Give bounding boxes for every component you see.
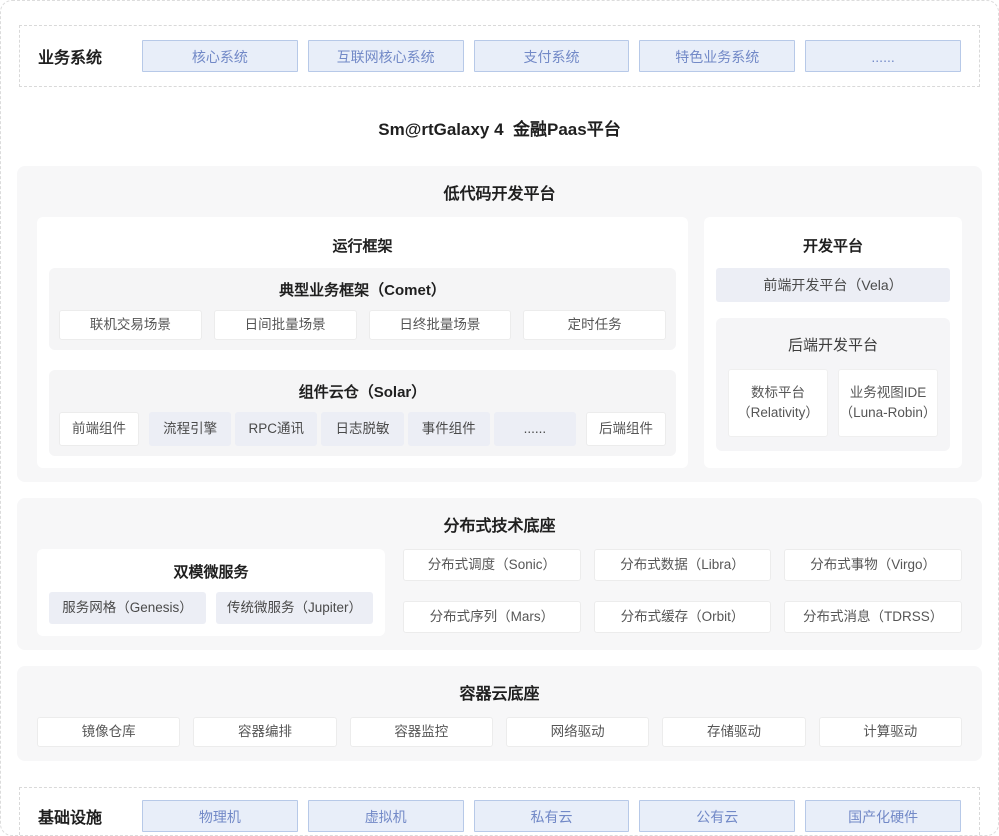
distributed-data-libra[interactable]: 分布式数据（Libra）: [594, 549, 772, 581]
container-base-title: 容器云底座: [37, 680, 962, 704]
distributed-base-title: 分布式技术底座: [37, 512, 962, 536]
business-system-payment[interactable]: 支付系统: [474, 40, 630, 72]
comet-title: 典型业务框架（Comet）: [59, 279, 666, 300]
solar-rpc[interactable]: RPC通讯: [235, 412, 317, 446]
comet-buttons: 联机交易场景 日间批量场景 日终批量场景 定时任务: [59, 310, 666, 340]
distributed-base-section: 分布式技术底座 双模微服务 服务网格（Genesis） 传统微服务（Jupite…: [17, 498, 982, 650]
solar-frontend-components[interactable]: 前端组件: [59, 412, 139, 446]
infra-physical-machine[interactable]: 物理机: [142, 800, 298, 832]
luna-robin-line1: 业务视图IDE: [839, 383, 937, 403]
runtime-framework-title: 运行框架: [49, 235, 676, 256]
low-code-platform-title: 低代码开发平台: [37, 180, 962, 204]
solar-middle-components: 流程引擎 RPC通讯 日志脱敏 事件组件 ......: [149, 412, 576, 446]
business-systems-buttons: 核心系统 互联网核心系统 支付系统 特色业务系统 ......: [142, 40, 961, 72]
comet-panel: 典型业务框架（Comet） 联机交易场景 日间批量场景 日终批量场景 定时任务: [49, 268, 676, 350]
backend-dev-platform-title: 后端开发平台: [728, 334, 938, 355]
runtime-framework-card: 运行框架 典型业务框架（Comet） 联机交易场景 日间批量场景 日终批量场景 …: [37, 217, 688, 468]
distributed-scheduling-sonic[interactable]: 分布式调度（Sonic）: [403, 549, 581, 581]
comet-eod-batch[interactable]: 日终批量场景: [369, 310, 512, 340]
infrastructure-buttons: 物理机 虚拟机 私有云 公有云 国产化硬件: [142, 800, 961, 832]
image-registry[interactable]: 镜像仓库: [37, 717, 180, 747]
relativity-line2: （Relativity）: [729, 403, 827, 423]
business-system-special[interactable]: 特色业务系统: [639, 40, 795, 72]
network-driver[interactable]: 网络驱动: [506, 717, 649, 747]
infra-public-cloud[interactable]: 公有云: [639, 800, 795, 832]
backend-dev-platform-buttons: 数标平台 （Relativity） 业务视图IDE （Luna-Robin）: [728, 369, 938, 437]
solar-backend-components[interactable]: 后端组件: [586, 412, 666, 446]
distributed-transaction-virgo[interactable]: 分布式事物（Virgo）: [784, 549, 962, 581]
business-systems-label: 业务系统: [38, 44, 142, 68]
solar-event-component[interactable]: 事件组件: [408, 412, 490, 446]
comet-intraday-batch[interactable]: 日间批量场景: [214, 310, 357, 340]
backend-dev-platform-card: 后端开发平台 数标平台 （Relativity） 业务视图IDE （Luna-R…: [716, 318, 950, 451]
page-title: Sm@rtGalaxy 4 金融Paas平台: [17, 115, 982, 140]
distributed-services-grid: 分布式调度（Sonic） 分布式数据（Libra） 分布式事物（Virgo） 分…: [403, 549, 962, 636]
relativity-line1: 数标平台: [729, 383, 827, 403]
solar-title: 组件云仓（Solar）: [59, 381, 666, 402]
low-code-platform-section: 低代码开发平台 运行框架 典型业务框架（Comet） 联机交易场景 日间批量场景…: [17, 166, 982, 482]
solar-process-engine[interactable]: 流程引擎: [149, 412, 231, 446]
compute-driver[interactable]: 计算驱动: [819, 717, 962, 747]
container-orchestration[interactable]: 容器编排: [193, 717, 336, 747]
business-system-core[interactable]: 核心系统: [142, 40, 298, 72]
container-base-buttons: 镜像仓库 容器编排 容器监控 网络驱动 存储驱动 计算驱动: [37, 717, 962, 747]
infrastructure-band: 基础设施 物理机 虚拟机 私有云 公有云 国产化硬件: [19, 787, 980, 836]
low-code-body: 运行框架 典型业务框架（Comet） 联机交易场景 日间批量场景 日终批量场景 …: [37, 217, 962, 468]
distributed-messaging-tdrss[interactable]: 分布式消息（TDRSS）: [784, 601, 962, 633]
dual-mode-buttons: 服务网格（Genesis） 传统微服务（Jupiter）: [49, 592, 373, 624]
distributed-cache-orbit[interactable]: 分布式缓存（Orbit）: [594, 601, 772, 633]
business-view-ide-luna-robin[interactable]: 业务视图IDE （Luna-Robin）: [838, 369, 938, 437]
solar-panel: 组件云仓（Solar） 前端组件 流程引擎 RPC通讯 日志脱敏 事件组件 ..…: [49, 370, 676, 456]
dual-mode-title: 双模微服务: [49, 561, 373, 582]
container-base-section: 容器云底座 镜像仓库 容器编排 容器监控 网络驱动 存储驱动 计算驱动: [17, 666, 982, 761]
service-mesh-genesis[interactable]: 服务网格（Genesis）: [49, 592, 206, 624]
distributed-sequence-mars[interactable]: 分布式序列（Mars）: [403, 601, 581, 633]
traditional-microservice-jupiter[interactable]: 传统微服务（Jupiter）: [216, 592, 373, 624]
infra-virtual-machine[interactable]: 虚拟机: [308, 800, 464, 832]
solar-more[interactable]: ......: [494, 412, 576, 446]
business-system-internet-core[interactable]: 互联网核心系统: [308, 40, 464, 72]
business-system-more[interactable]: ......: [805, 40, 961, 72]
comet-online-trade[interactable]: 联机交易场景: [59, 310, 202, 340]
luna-robin-line2: （Luna-Robin）: [839, 403, 937, 423]
storage-driver[interactable]: 存储驱动: [662, 717, 805, 747]
business-systems-band: 业务系统 核心系统 互联网核心系统 支付系统 特色业务系统 ......: [19, 25, 980, 87]
dev-platform-title: 开发平台: [716, 235, 950, 256]
solar-buttons: 前端组件 流程引擎 RPC通讯 日志脱敏 事件组件 ...... 后端组件: [59, 412, 666, 446]
architecture-diagram-page: 业务系统 核心系统 互联网核心系统 支付系统 特色业务系统 ...... Sm@…: [0, 0, 999, 836]
infra-domestic-hardware[interactable]: 国产化硬件: [805, 800, 961, 832]
solar-log-masking[interactable]: 日志脱敏: [321, 412, 403, 446]
container-monitoring[interactable]: 容器监控: [350, 717, 493, 747]
dev-platform-card: 开发平台 前端开发平台（Vela） 后端开发平台 数标平台 （Relativit…: [704, 217, 962, 468]
dual-mode-microservice-card: 双模微服务 服务网格（Genesis） 传统微服务（Jupiter）: [37, 549, 385, 636]
infra-private-cloud[interactable]: 私有云: [474, 800, 630, 832]
distributed-body: 双模微服务 服务网格（Genesis） 传统微服务（Jupiter） 分布式调度…: [37, 549, 962, 636]
infrastructure-label: 基础设施: [38, 804, 142, 828]
frontend-dev-platform-vela[interactable]: 前端开发平台（Vela）: [716, 268, 950, 302]
comet-scheduled-task[interactable]: 定时任务: [523, 310, 666, 340]
data-standard-platform-relativity[interactable]: 数标平台 （Relativity）: [728, 369, 828, 437]
